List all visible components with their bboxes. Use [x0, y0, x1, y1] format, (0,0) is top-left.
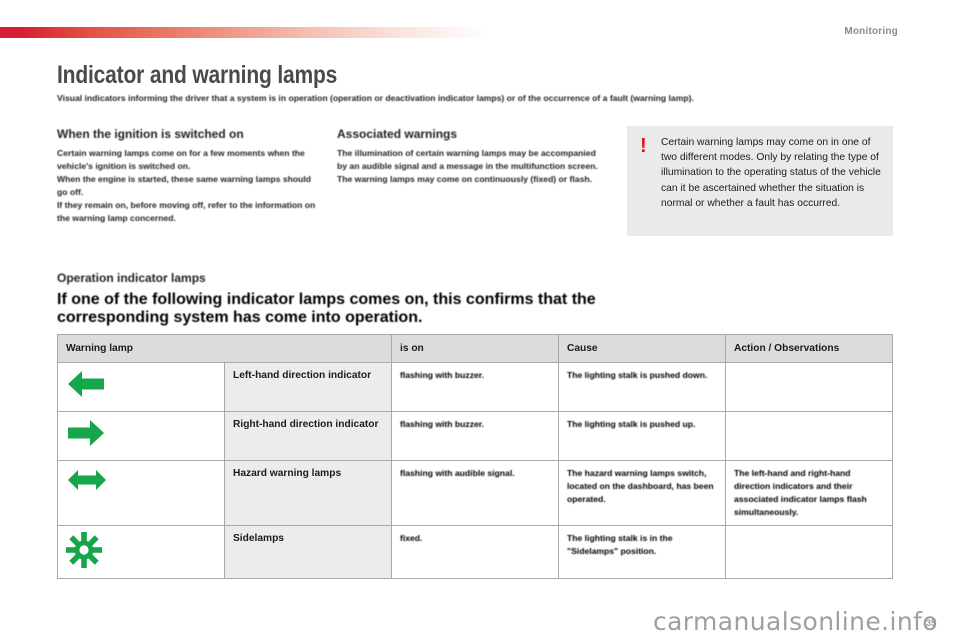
lamp-action	[725, 411, 893, 461]
header-accent-rule	[0, 27, 490, 38]
column-header-warning-lamp: Warning lamp	[57, 334, 392, 363]
left-arrow-icon	[57, 362, 225, 412]
associated-paragraph-2: The warning lamps may come on continuous…	[337, 174, 592, 184]
table-row: Left-hand direction indicator flashing w…	[57, 362, 893, 412]
lamp-name: Sidelamps	[224, 525, 392, 579]
warning-lamp-table: Warning lamp is on Cause Action / Observ…	[57, 334, 893, 579]
table-header-row: Warning lamp is on Cause Action / Observ…	[57, 334, 893, 363]
table-row: Sidelamps fixed. The lighting stalk is i…	[57, 525, 893, 579]
ignition-paragraph-2: When the engine is started, these same w…	[57, 174, 312, 197]
table-row: Right-hand direction indicator flashing …	[57, 411, 893, 461]
lamp-name: Hazard warning lamps	[224, 460, 392, 526]
lamp-name: Left-hand direction indicator	[224, 362, 392, 412]
lamp-is-on: flashing with audible signal.	[391, 460, 559, 526]
right-arrow-icon	[57, 411, 225, 461]
chapter-tab: 1	[898, 42, 940, 98]
lamp-name: Right-hand direction indicator	[224, 411, 392, 461]
page-title: Indicator and warning lamps	[57, 61, 338, 89]
exclamation-icon: !	[640, 135, 647, 157]
lamp-is-on: fixed.	[391, 525, 559, 579]
heading-operation-indicator-lamps: Operation indicator lamps	[57, 271, 206, 285]
lamp-is-on: flashing with buzzer.	[391, 411, 559, 461]
column-ignition: When the ignition is switched on Certain…	[57, 126, 319, 225]
column-header-action-observations: Action / Observations	[725, 334, 893, 363]
column-associated-warnings: Associated warnings The illumination of …	[337, 126, 599, 186]
lamp-cause: The hazard warning lamps switch, located…	[558, 460, 726, 526]
heading-associated-warnings: Associated warnings	[337, 127, 458, 141]
page-intro: Visual indicators informing the driver t…	[57, 93, 694, 103]
lamp-is-on: flashing with buzzer.	[391, 362, 559, 412]
ignition-paragraph-1: Certain warning lamps come on for a few …	[57, 148, 305, 171]
operation-paragraph-1: If one of the following indicator lamps …	[57, 291, 596, 326]
chapter-title: Monitoring	[844, 26, 898, 37]
heading-when-ignition-switched-on: When the ignition is switched on	[57, 127, 244, 141]
lamp-cause: The lighting stalk is in the "Sidelamps"…	[558, 525, 726, 579]
warning-callout-text: Certain warning lamps may come on in one…	[661, 137, 881, 209]
table-row: Hazard warning lamps flashing with audib…	[57, 460, 893, 526]
warning-callout: ! Certain warning lamps may come on in o…	[627, 126, 893, 236]
column-header-cause: Cause	[558, 334, 726, 363]
double-arrow-icon	[57, 460, 225, 526]
lamp-action	[725, 362, 893, 412]
column-header-is-on: is on	[391, 334, 559, 363]
sidelamp-icon	[57, 525, 225, 579]
lamp-cause: The lighting stalk is pushed up.	[558, 411, 726, 461]
lamp-action: The left-hand and right-hand direction i…	[725, 460, 893, 526]
associated-paragraph-1: The illumination of certain warning lamp…	[337, 148, 598, 171]
lamp-action	[725, 525, 893, 579]
site-watermark: carmanualsonline.info	[652, 607, 938, 636]
ignition-paragraph-3: If they remain on, before moving off, re…	[57, 200, 316, 223]
lamp-cause: The lighting stalk is pushed down.	[558, 362, 726, 412]
section-operation-indicator-lamps: Operation indicator lamps If one of the …	[57, 270, 617, 327]
